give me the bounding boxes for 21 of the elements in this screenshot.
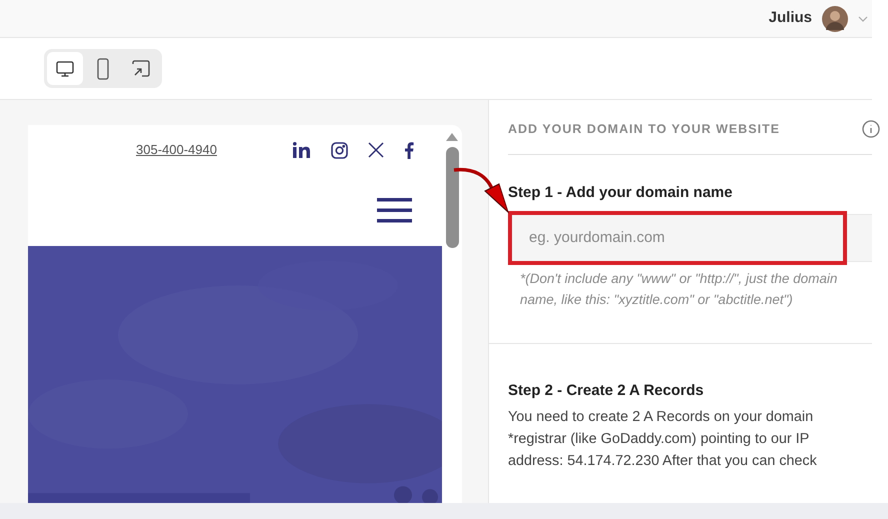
user-name: Julius (768, 8, 812, 28)
domain-input-field[interactable]: eg. yourdomain.com (508, 210, 847, 264)
info-icon[interactable] (862, 120, 880, 138)
menu-icon[interactable] (377, 198, 412, 223)
step-title: Step 1 - Add your domain name (508, 183, 734, 203)
monitor-icon (55, 58, 75, 78)
phone-icon (96, 58, 110, 80)
x-icon[interactable] (368, 142, 384, 158)
step-description: You need to create 2 A Records on your domain *registrar (like GoDaddy.com) pointing to our IP address: 54.174.72.230 After that you can check (508, 408, 818, 471)
instagram-icon[interactable] (331, 142, 348, 158)
avatar (822, 6, 848, 32)
panel-heading: ADD YOUR DOMAIN TO YOUR WEBSITE (508, 120, 780, 138)
step-title: Step 2 - Create 2 A Records (508, 380, 705, 400)
phone-link[interactable]: 305-400-4940 (136, 140, 217, 160)
domain-hint: *(Don't include any "www" or "http://", just the domain name, like this: "xyztitle.com" or "abctitle.net") (519, 270, 838, 309)
view-mode-button[interactable] (47, 52, 83, 85)
screen-arrow-icon (131, 58, 151, 78)
scroll-thumb[interactable] (446, 147, 458, 248)
scroll-up-icon[interactable] (446, 133, 458, 141)
facebook-icon[interactable] (404, 142, 414, 158)
linkedin-icon[interactable] (293, 142, 311, 158)
